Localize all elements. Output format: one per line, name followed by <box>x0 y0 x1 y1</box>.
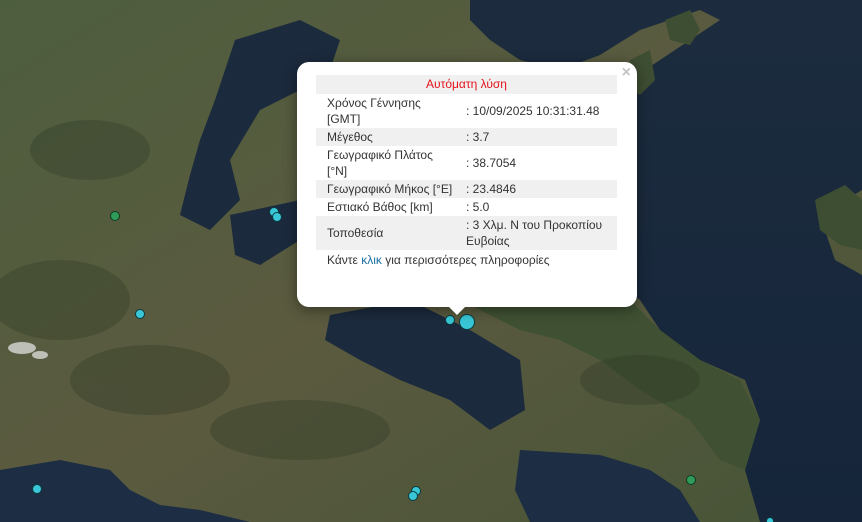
earthquake-details-table: Χρόνος Γέννησης [GMT] : 10/09/2025 10:31… <box>316 94 617 250</box>
popup-tip <box>447 305 467 315</box>
table-row: Χρόνος Γέννησης [GMT] : 10/09/2025 10:31… <box>316 94 617 128</box>
depth-value: : 5.0 <box>466 200 490 214</box>
table-row: Μέγεθος : 3.7 <box>316 128 617 146</box>
table-row: Εστιακό Βάθος [km] : 5.0 <box>316 198 617 216</box>
earthquake-marker[interactable] <box>445 315 455 325</box>
earthquake-marker[interactable] <box>686 475 696 485</box>
earthquake-marker[interactable] <box>272 212 282 222</box>
origin-time-label: Χρόνος Γέννησης [GMT] <box>327 96 421 126</box>
earthquake-marker[interactable] <box>110 211 120 221</box>
longitude-label: Γεωγραφικό Μήκος [°E] <box>327 182 453 196</box>
earthquake-marker[interactable] <box>408 491 418 501</box>
table-row: Γεωγραφικό Πλάτος [°N] : 38.7054 <box>316 146 617 180</box>
earthquake-info-popup: × Αυτόματη λύση Χρόνος Γέννησης [GMT] : … <box>297 62 637 307</box>
table-row: Τοποθεσία : 3 Χλμ. Ν του Προκοπίου Ευβοί… <box>316 216 617 250</box>
depth-label: Εστιακό Βάθος [km] <box>327 200 433 214</box>
earthquake-marker[interactable] <box>766 517 774 522</box>
map-canvas[interactable]: × Αυτόματη λύση Χρόνος Γέννησης [GMT] : … <box>0 0 862 522</box>
earthquake-marker[interactable] <box>32 484 42 494</box>
earthquake-marker[interactable] <box>135 309 145 319</box>
close-icon[interactable]: × <box>622 64 631 82</box>
more-info-suffix: για περισσότερες πληροφορίες <box>381 253 550 267</box>
more-info-prefix: Κάντε <box>327 253 362 267</box>
location-value: : 3 Χλμ. Ν του Προκοπίου Ευβοίας <box>466 218 603 248</box>
selected-earthquake-marker[interactable] <box>459 314 475 330</box>
magnitude-label: Μέγεθος <box>327 130 373 144</box>
more-info-link[interactable]: κλικ <box>361 253 382 267</box>
popup-title: Αυτόματη λύση <box>316 75 617 94</box>
popup-content: Αυτόματη λύση Χρόνος Γέννησης [GMT] : 10… <box>316 75 617 268</box>
magnitude-value: : 3.7 <box>466 130 490 144</box>
origin-time-value: : 10/09/2025 10:31:31.48 <box>466 104 600 118</box>
latitude-label: Γεωγραφικό Πλάτος [°N] <box>327 148 433 178</box>
location-label: Τοποθεσία <box>327 226 384 240</box>
table-row: Γεωγραφικό Μήκος [°E] : 23.4846 <box>316 180 617 198</box>
more-info-text: Κάντε κλικ για περισσότερες πληροφορίες <box>316 250 617 268</box>
latitude-value: : 38.7054 <box>466 156 517 170</box>
longitude-value: : 23.4846 <box>466 182 517 196</box>
